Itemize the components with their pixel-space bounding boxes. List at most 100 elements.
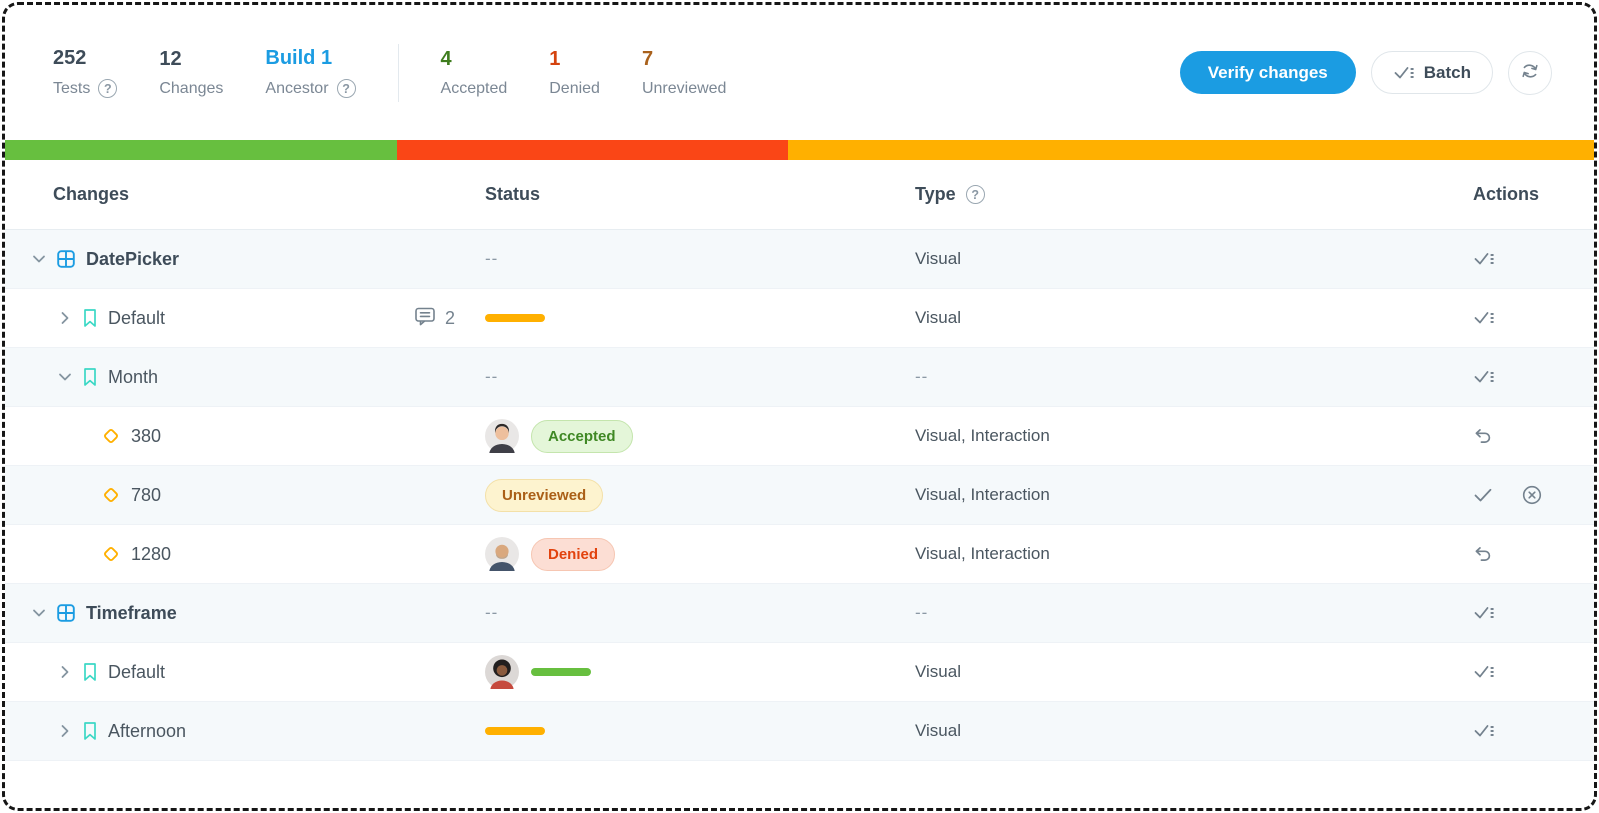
stat-unreviewed: 7 Unreviewed: [642, 48, 726, 98]
undo-icon[interactable]: [1473, 545, 1493, 563]
help-icon[interactable]: ?: [337, 79, 356, 98]
chevron-right-icon[interactable]: [57, 310, 73, 326]
row-name: Month: [108, 367, 158, 388]
stat-changes-label: Changes: [159, 80, 223, 98]
accept-icon[interactable]: [1473, 487, 1493, 503]
review-progress-bar: [5, 140, 1594, 160]
type-value: Visual, Interaction: [915, 485, 1050, 504]
comment-count: 2: [445, 308, 455, 329]
header-buttons: Verify changes Batch: [1180, 51, 1552, 95]
accept-all-icon[interactable]: [1473, 663, 1495, 681]
type-value: Visual, Interaction: [915, 544, 1050, 563]
column-header-status: Status: [485, 184, 915, 205]
stat-tests-value: 252: [53, 47, 117, 70]
row-name: Default: [108, 308, 165, 329]
stat-denied-value: 1: [549, 48, 600, 71]
progress-segment-accepted: [5, 140, 397, 160]
comments-indicator[interactable]: 2: [414, 306, 485, 331]
reviewer-avatar: [485, 419, 519, 453]
accept-all-icon[interactable]: [1473, 309, 1495, 327]
type-placeholder: --: [915, 603, 928, 622]
viewport-diamond-icon: [101, 485, 121, 505]
stat-denied: 1 Denied: [549, 48, 600, 98]
table-row-datepicker[interactable]: DatePicker -- Visual: [5, 230, 1594, 289]
stat-ancestor: Build 1 Ancestor?: [265, 47, 355, 98]
stat-tests: 252 Tests?: [53, 47, 117, 98]
status-bar-unreviewed: [485, 314, 545, 322]
table-row-viewport-1280[interactable]: 1280 Denied Visual, Interaction: [5, 525, 1594, 584]
status-badge: Accepted: [531, 420, 633, 453]
progress-segment-unreviewed: [788, 140, 1594, 160]
viewport-diamond-icon: [101, 544, 121, 564]
type-value: Visual: [915, 308, 961, 327]
chevron-down-icon[interactable]: [31, 605, 47, 621]
accept-all-icon[interactable]: [1473, 722, 1495, 740]
row-name: 1280: [131, 544, 171, 565]
type-value: Visual: [915, 249, 961, 268]
reviewer-avatar: [485, 655, 519, 689]
type-placeholder: --: [915, 367, 928, 386]
build-stats: 252 Tests? 12 Changes Build 1 Ancestor? …: [53, 44, 726, 102]
stat-denied-label: Denied: [549, 80, 600, 98]
reviewer-avatar: [485, 537, 519, 571]
chevron-down-icon[interactable]: [31, 251, 47, 267]
table-row-datepicker-default[interactable]: Default 2 Visual: [5, 289, 1594, 348]
table-row-datepicker-month[interactable]: Month -- --: [5, 348, 1594, 407]
stat-accepted: 4 Accepted: [441, 48, 508, 98]
batch-check-list-icon: [1393, 64, 1415, 82]
accept-all-icon[interactable]: [1473, 368, 1495, 386]
bookmark-icon: [82, 662, 98, 682]
refresh-icon: [1520, 61, 1540, 84]
stat-changes: 12 Changes: [159, 48, 223, 98]
status-placeholder: --: [485, 603, 498, 623]
progress-segment-denied: [397, 140, 788, 160]
viewport-diamond-icon: [101, 426, 121, 446]
status-placeholder: --: [485, 249, 498, 269]
help-icon[interactable]: ?: [966, 185, 985, 204]
component-grid-icon: [56, 603, 76, 623]
build-header: 252 Tests? 12 Changes Build 1 Ancestor? …: [5, 5, 1594, 140]
chevron-down-icon[interactable]: [57, 369, 73, 385]
column-header-actions: Actions: [1425, 184, 1594, 205]
status-badge: Unreviewed: [485, 479, 603, 512]
status-badge: Denied: [531, 538, 615, 571]
column-header-changes: Changes: [5, 184, 485, 205]
deny-icon[interactable]: [1521, 484, 1543, 506]
build-review-panel: 252 Tests? 12 Changes Build 1 Ancestor? …: [2, 2, 1597, 811]
bookmark-icon: [82, 721, 98, 741]
batch-button[interactable]: Batch: [1371, 51, 1493, 94]
type-value: Visual: [915, 721, 961, 740]
table-row-timeframe-afternoon[interactable]: Afternoon Visual: [5, 702, 1594, 761]
stat-accepted-value: 4: [441, 48, 508, 71]
table-row-viewport-780[interactable]: 780 Unreviewed Visual, Interaction: [5, 466, 1594, 525]
accept-all-icon[interactable]: [1473, 604, 1495, 622]
chevron-right-icon[interactable]: [57, 723, 73, 739]
ancestor-build-link[interactable]: Build 1: [265, 47, 355, 70]
table-row-viewport-380[interactable]: 380 Accepted Visual, Interaction: [5, 407, 1594, 466]
type-value: Visual, Interaction: [915, 426, 1050, 445]
status-bar-unreviewed: [485, 727, 545, 735]
stat-unreviewed-label: Unreviewed: [642, 80, 726, 98]
row-name: Timeframe: [86, 603, 177, 624]
stat-accepted-label: Accepted: [441, 80, 508, 98]
undo-icon[interactable]: [1473, 427, 1493, 445]
column-header-type: Type: [915, 184, 956, 205]
bookmark-icon: [82, 367, 98, 387]
refresh-button[interactable]: [1508, 51, 1552, 95]
table-row-timeframe[interactable]: Timeframe -- --: [5, 584, 1594, 643]
bookmark-icon: [82, 308, 98, 328]
verify-changes-button[interactable]: Verify changes: [1180, 51, 1356, 94]
row-name: DatePicker: [86, 249, 179, 270]
stat-ancestor-label: Ancestor: [265, 80, 328, 98]
accept-all-icon[interactable]: [1473, 250, 1495, 268]
row-name: 780: [131, 485, 161, 506]
table-header: Changes Status Type? Actions: [5, 160, 1594, 230]
stat-changes-value: 12: [159, 48, 223, 71]
status-placeholder: --: [485, 367, 498, 387]
row-name: Afternoon: [108, 721, 186, 742]
type-value: Visual: [915, 662, 961, 681]
help-icon[interactable]: ?: [98, 79, 117, 98]
row-name: 380: [131, 426, 161, 447]
table-row-timeframe-default[interactable]: Default Visual: [5, 643, 1594, 702]
chevron-right-icon[interactable]: [57, 664, 73, 680]
